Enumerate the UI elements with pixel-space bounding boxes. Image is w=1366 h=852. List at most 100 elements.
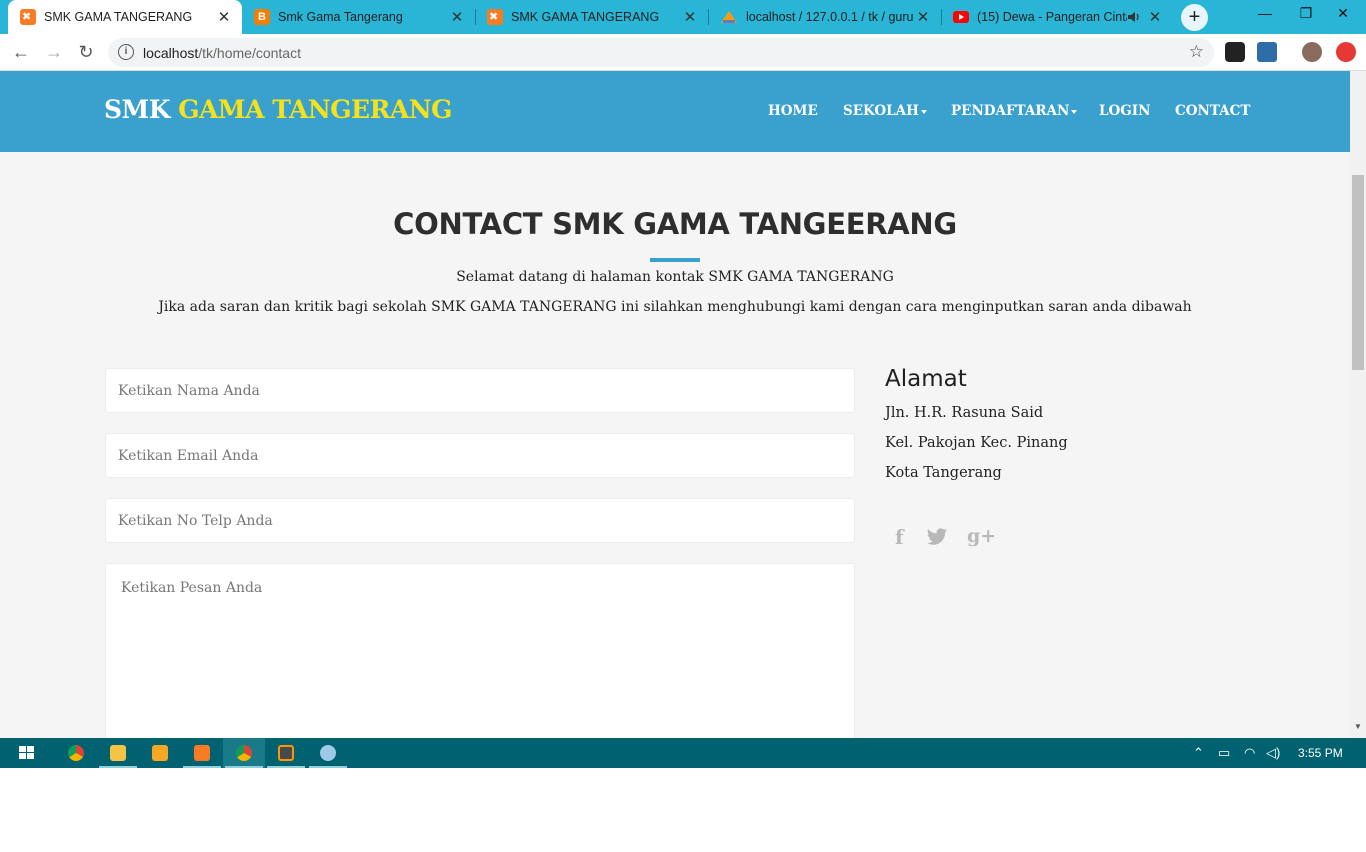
running-indicator (225, 766, 263, 768)
scroll-down-arrow-icon[interactable]: ▼ (1352, 722, 1364, 731)
file-explorer-icon (110, 745, 126, 761)
youtube-icon (953, 11, 969, 23)
tab-phpmyadmin[interactable]: localhost / 127.0.0.1 / tk / guru | ✕ (708, 0, 941, 34)
intro-text-2: Jika ada saran dan kritik bagi sekolah S… (158, 299, 1192, 315)
address-bar[interactable]: i localhost/tk/home/contact ☆ (108, 38, 1214, 67)
address-line: Kel. Pakojan Kec. Pinang (885, 435, 1068, 451)
running-indicator (183, 766, 221, 768)
nav-home[interactable]: HOME (768, 103, 818, 119)
address-line: Kota Tangerang (885, 465, 1002, 481)
tab-smk-gama-tangerang-2[interactable]: SMK GAMA TANGERANG ✕ (475, 0, 708, 34)
windows-start-icon[interactable] (19, 746, 35, 760)
extension-icon[interactable] (1257, 42, 1277, 62)
taskbar-chrome-active[interactable] (223, 738, 265, 768)
nav-label: SEKOLAH (843, 103, 919, 119)
facebook-icon[interactable]: f (895, 525, 904, 549)
taskbar-xampp[interactable] (181, 738, 223, 768)
running-indicator (309, 766, 347, 768)
taskbar-clock[interactable]: 3:55 PM (1298, 746, 1343, 760)
sublime-text-icon (278, 745, 294, 761)
tab-youtube[interactable]: (15) Dewa - Pangeran Cinta ✕ (941, 0, 1173, 34)
tab-smk-gama-tangerang-blog[interactable]: Smk Gama Tangerang ✕ (242, 0, 475, 34)
page-scrollbar[interactable] (1350, 71, 1366, 738)
tab-smk-gama-tangerang[interactable]: SMK GAMA TANGERANG ✕ (8, 0, 242, 34)
google-plus-icon[interactable]: g+ (967, 525, 996, 547)
chrome-icon (236, 745, 252, 761)
window-close-button[interactable]: ✕ (1320, 0, 1366, 30)
close-icon[interactable]: ✕ (449, 8, 465, 26)
phpmyadmin-icon (721, 11, 737, 23)
twitter-icon[interactable] (926, 527, 948, 551)
running-indicator (267, 766, 305, 768)
nav-login[interactable]: LOGIN (1099, 103, 1150, 119)
xampp-icon (194, 745, 210, 761)
email-input[interactable] (105, 433, 855, 478)
profile-avatar[interactable] (1302, 42, 1322, 62)
tab-title: SMK GAMA TANGERANG (44, 10, 193, 24)
site-header: SMK GAMA TANGERANG HOME SEKOLAH PENDAFTA… (0, 71, 1350, 152)
intro-text: Selamat datang di halaman kontak SMK GAM… (456, 269, 894, 285)
url-text[interactable]: localhost/tk/home/contact (143, 45, 301, 61)
update-icon[interactable] (1336, 42, 1356, 62)
nav-label: LOGIN (1099, 103, 1151, 119)
volume-icon[interactable]: ◁) (1266, 745, 1280, 761)
taskbar-media-player[interactable] (139, 738, 181, 768)
minimize-button[interactable]: — (1242, 0, 1288, 30)
windows-taskbar: ⌃ ▭ ◠ ◁) 3:55 PM (0, 738, 1366, 768)
brand-highlight: GAMA TANGERANG (178, 95, 452, 124)
browser-tab-strip: SMK GAMA TANGERANG ✕ Smk Gama Tangerang … (0, 0, 1366, 34)
site-logo[interactable]: SMK GAMA TANGERANG (104, 95, 452, 124)
taskbar-chrome[interactable] (55, 738, 97, 768)
name-input[interactable] (105, 368, 855, 413)
bookmark-star-icon[interactable]: ☆ (1189, 42, 1204, 62)
browser-toolbar: ← → ↻ i localhost/tk/home/contact ☆ (0, 34, 1366, 71)
tab-title: Smk Gama Tangerang (278, 10, 403, 24)
xampp-icon (20, 9, 36, 25)
chevron-up-icon[interactable]: ⌃ (1193, 745, 1204, 761)
paint-icon (320, 745, 336, 761)
scrollbar-thumb[interactable] (1352, 175, 1364, 370)
close-icon[interactable]: ✕ (1147, 8, 1163, 26)
speaker-icon[interactable] (1127, 11, 1141, 23)
forward-button[interactable]: → (42, 40, 66, 64)
nav-label: HOME (768, 103, 818, 119)
title-underline (650, 258, 700, 262)
new-tab-button[interactable]: + (1181, 4, 1208, 31)
close-icon[interactable]: ✕ (682, 8, 698, 26)
caret-down-icon (1071, 109, 1078, 114)
reload-button[interactable]: ↻ (74, 40, 98, 64)
nav-contact[interactable]: CONTACT (1175, 103, 1250, 119)
close-icon[interactable]: ✕ (915, 8, 931, 26)
tab-title: localhost / 127.0.0.1 / tk / guru | (746, 10, 915, 24)
nav-pendaftaran[interactable]: PENDAFTARAN (951, 103, 1078, 119)
brand-prefix: SMK (104, 95, 170, 124)
caret-down-icon (920, 109, 927, 114)
message-textarea[interactable] (105, 563, 855, 738)
nav-sekolah[interactable]: SEKOLAH (843, 103, 927, 119)
phone-input[interactable] (105, 498, 855, 543)
running-indicator (99, 766, 137, 768)
wifi-icon[interactable]: ◠ (1244, 745, 1255, 761)
nav-label: CONTACT (1175, 103, 1251, 119)
url-host: localhost (143, 45, 199, 61)
media-player-icon (152, 745, 168, 761)
taskbar-paint[interactable] (307, 738, 349, 768)
back-button[interactable]: ← (9, 40, 33, 64)
info-icon[interactable]: i (118, 44, 134, 60)
url-path: /tk/home/contact (198, 45, 301, 61)
page-title: CONTACT SMK GAMA TANGEERANG (393, 207, 957, 241)
chrome-icon (68, 745, 84, 761)
tab-title: (15) Dewa - Pangeran Cinta (977, 10, 1127, 24)
incognito-extension-icon[interactable] (1225, 42, 1245, 62)
taskbar-sublime[interactable] (265, 738, 307, 768)
nav-label: PENDAFTARAN (951, 103, 1070, 119)
blogger-icon (254, 9, 270, 25)
close-icon[interactable]: ✕ (216, 8, 232, 26)
address-line: Jln. H.R. Rasuna Said (885, 405, 1044, 421)
address-title: Alamat (885, 366, 967, 392)
tab-title: SMK GAMA TANGERANG (511, 10, 660, 24)
contact-section: CONTACT SMK GAMA TANGEERANG Selamat data… (0, 152, 1350, 738)
taskbar-file-explorer[interactable] (97, 738, 139, 768)
battery-icon[interactable]: ▭ (1218, 745, 1230, 761)
xampp-icon (487, 9, 503, 25)
